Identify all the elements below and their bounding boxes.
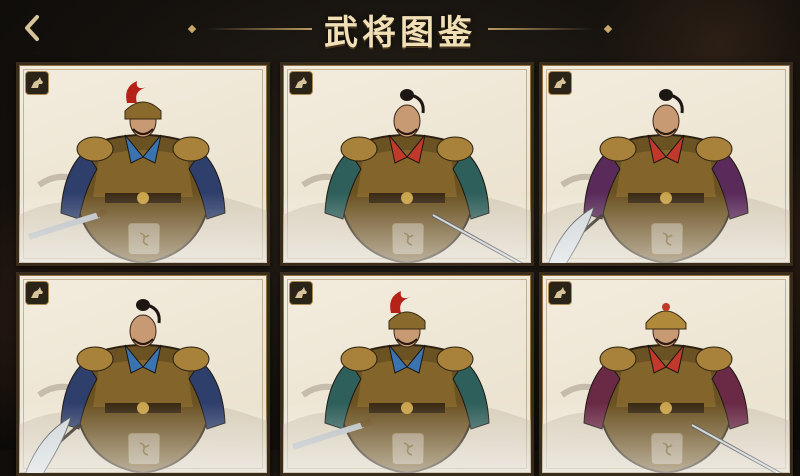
general-grid [16,62,793,476]
seal-icon [651,223,683,255]
seal-icon [392,223,424,255]
general-card[interactable] [539,62,793,266]
general-card[interactable] [280,62,534,266]
horse-badge-icon [25,71,49,95]
general-card[interactable] [16,62,270,266]
horse-badge-icon [548,281,572,305]
seal-icon [128,433,160,465]
title-line-right [488,28,593,30]
general-card[interactable] [16,272,270,476]
title-wrap: 武将图鉴 [0,6,800,53]
title-ornament-left [187,24,197,34]
horse-badge-icon [289,281,313,305]
seal-icon [128,223,160,255]
page-title: 武将图鉴 [324,12,476,53]
horse-badge-icon [289,71,313,95]
header: 武将图鉴 [0,0,800,60]
general-card[interactable] [280,272,534,476]
horse-badge-icon [25,281,49,305]
seal-icon [651,433,683,465]
seal-icon [392,433,424,465]
title-ornament-right [603,24,613,34]
horse-badge-icon [548,71,572,95]
general-card[interactable] [539,272,793,476]
title-line-left [207,28,312,30]
